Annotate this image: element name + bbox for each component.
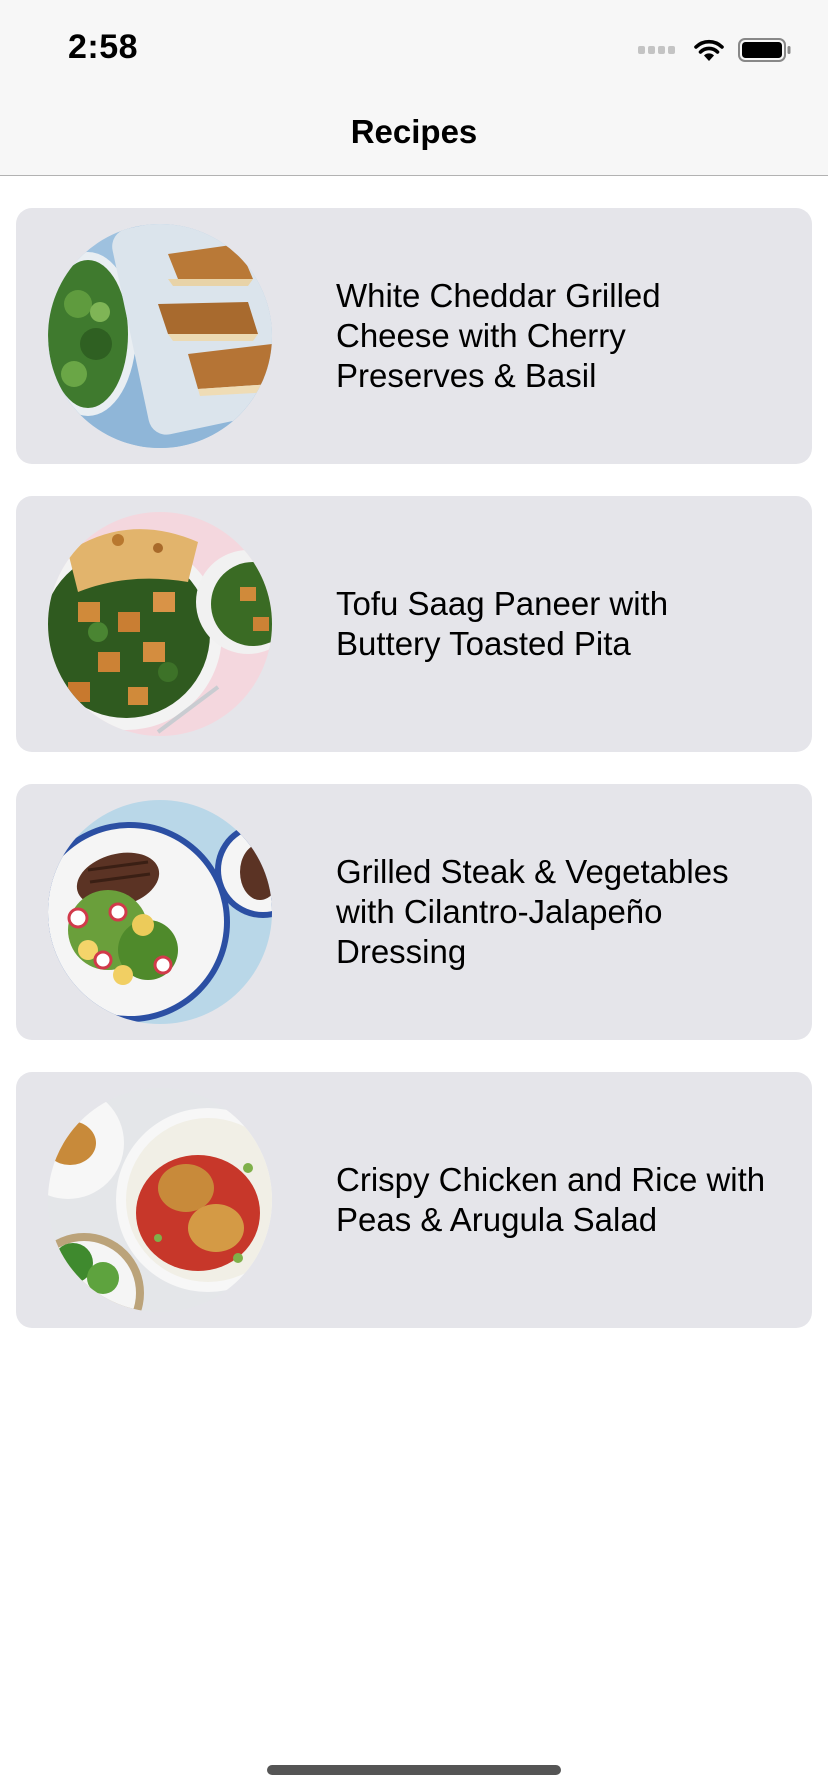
chicken-rice-photo xyxy=(48,1088,272,1312)
saag-paneer-photo xyxy=(48,512,272,736)
recipe-card[interactable]: Tofu Saag Paneer with Buttery Toasted Pi… xyxy=(16,496,812,752)
grilled-cheese-photo xyxy=(48,224,272,448)
page-title: Recipes xyxy=(350,113,478,150)
recipe-card[interactable]: Grilled Steak & Vegetables with Cilantro… xyxy=(16,784,812,1040)
recipe-card[interactable]: Crispy Chicken and Rice with Peas & Arug… xyxy=(16,1072,812,1328)
wifi-icon xyxy=(694,39,724,61)
navigation-bar: 2:58 Recipes xyxy=(0,0,828,176)
battery-icon xyxy=(738,38,791,62)
recipe-title: Crispy Chicken and Rice with Peas & Arug… xyxy=(336,1161,766,1238)
signal-icon xyxy=(638,46,678,54)
recipe-title: Tofu Saag Paneer with Buttery Toasted Pi… xyxy=(336,585,669,662)
recipe-title: White Cheddar Grilled Cheese with Cherry… xyxy=(336,277,661,394)
recipe-card[interactable]: White Cheddar Grilled Cheese with Cherry… xyxy=(16,208,812,464)
status-time: 2:58 xyxy=(68,28,139,66)
recipe-list: White Cheddar Grilled Cheese with Cherry… xyxy=(16,208,812,1360)
recipe-title: Grilled Steak & Vegetables with Cilantro… xyxy=(336,853,729,970)
home-indicator[interactable] xyxy=(267,1765,561,1775)
status-icons xyxy=(638,36,792,64)
steak-vegetables-photo xyxy=(48,800,272,1024)
